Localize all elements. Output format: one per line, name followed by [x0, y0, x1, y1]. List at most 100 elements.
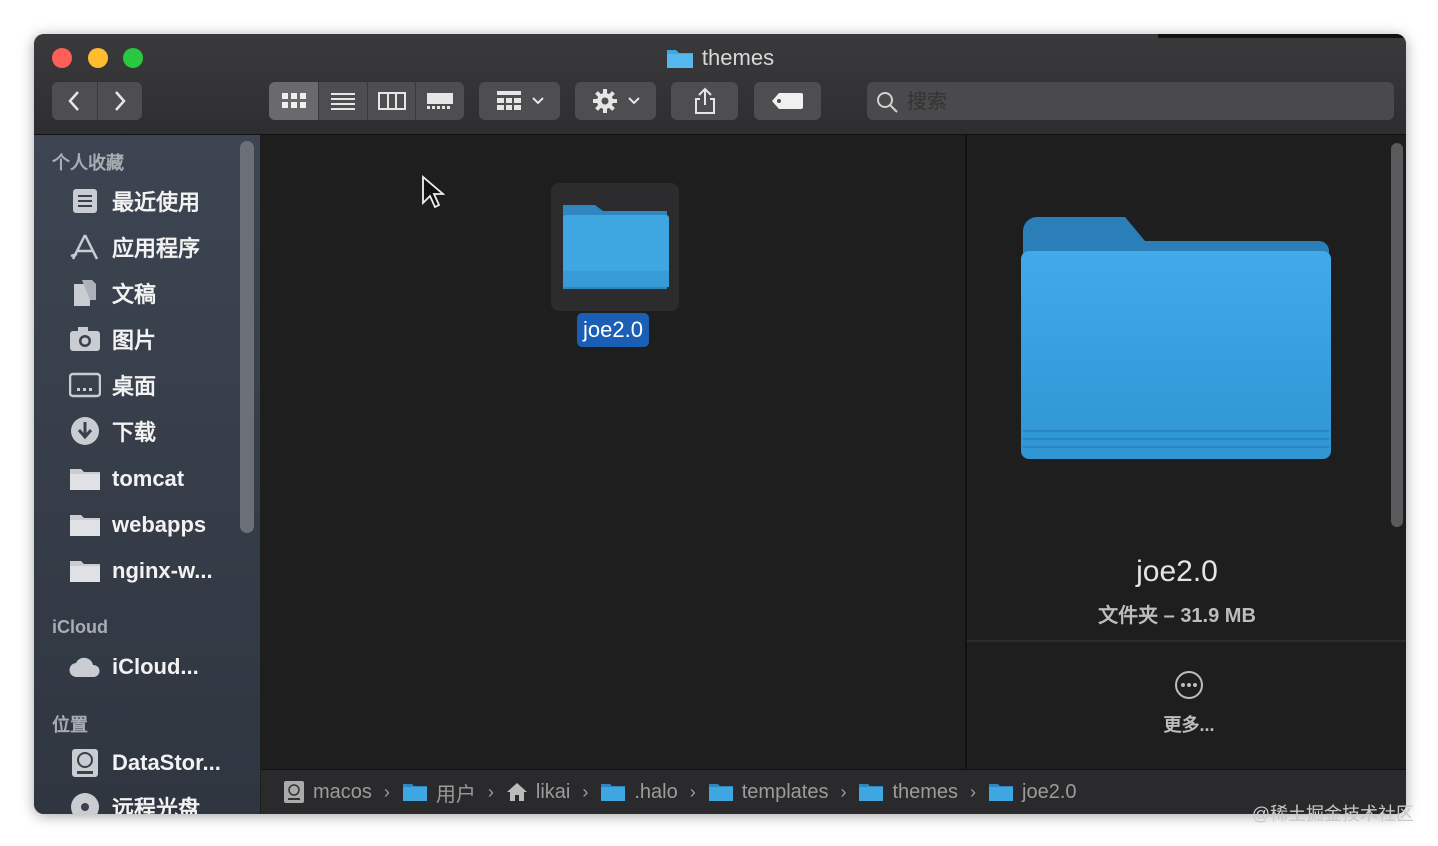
- gallery-view-button[interactable]: [416, 82, 464, 120]
- group-by-button[interactable]: [479, 82, 560, 120]
- folder-icon: [68, 464, 102, 494]
- locations-header: 位置: [52, 715, 88, 735]
- sidebar-item-label: 桌面: [112, 374, 157, 399]
- search-input[interactable]: [905, 86, 1379, 118]
- mouse-pointer-icon: [421, 175, 446, 214]
- downloads-icon: [68, 416, 102, 446]
- search-icon: [875, 90, 899, 119]
- path-crumb-label: likai: [535, 780, 571, 803]
- chevron-down-icon: [531, 97, 544, 105]
- more-icon[interactable]: [1173, 669, 1205, 706]
- disk-icon: [283, 780, 305, 804]
- sidebar-item-nginx[interactable]: nginx-w...: [68, 553, 213, 589]
- sidebar-item-label: 文稿: [112, 282, 157, 307]
- path-crumb-label: .halo: [634, 780, 678, 803]
- group-grid-icon: [496, 91, 521, 110]
- sidebar-item-pictures[interactable]: 图片: [68, 321, 156, 357]
- sidebar-item-remote-disc[interactable]: 远程光盘: [68, 789, 200, 814]
- sidebar-scrollbar[interactable]: [240, 141, 254, 533]
- tag-button[interactable]: [754, 82, 821, 120]
- sidebar-item-downloads[interactable]: 下载: [68, 413, 156, 449]
- back-button[interactable]: [52, 82, 98, 120]
- share-icon: [694, 87, 715, 114]
- path-crumb-templates[interactable]: templates: [708, 780, 829, 804]
- columns-icon: [377, 92, 406, 110]
- sidebar-item-tomcat[interactable]: tomcat: [68, 461, 184, 497]
- folder-icon: [563, 205, 669, 289]
- sidebar-item-label: nginx-w...: [112, 558, 213, 583]
- folder-icon: [708, 782, 734, 802]
- chevron-right-icon: ›: [582, 781, 589, 802]
- action-button[interactable]: [575, 82, 656, 120]
- more-button[interactable]: 更多...: [967, 711, 1406, 737]
- list-view-button[interactable]: [319, 82, 368, 120]
- folder-icon: [600, 782, 626, 802]
- file-icon-view[interactable]: joe2.0: [261, 135, 965, 769]
- chevron-right-icon: [114, 91, 126, 111]
- path-crumb-macos[interactable]: macos: [283, 780, 372, 804]
- sidebar-item-label: 最近使用: [112, 190, 201, 215]
- path-crumb-themes[interactable]: themes: [858, 781, 958, 804]
- home-icon: [506, 782, 528, 802]
- sidebar-item-label: 图片: [112, 328, 157, 353]
- folder-icon: [68, 556, 102, 586]
- tag-icon: [771, 93, 803, 109]
- folder-item-joe2[interactable]: [551, 183, 679, 311]
- preview-pane: joe2.0 文件夹 – 31.9 MB 更多...: [965, 135, 1406, 769]
- path-crumb-users[interactable]: 用户: [402, 778, 476, 807]
- sidebar-item-label: tomcat: [112, 466, 185, 491]
- folder-icon: [988, 782, 1014, 802]
- column-view-button[interactable]: [368, 82, 417, 120]
- applications-icon: [68, 232, 102, 262]
- search-field[interactable]: [867, 82, 1394, 120]
- sidebar-item-label: webapps: [112, 512, 207, 537]
- preview-divider: [967, 640, 1406, 642]
- path-crumb-label: templates: [741, 780, 829, 803]
- path-crumb-label: themes: [892, 780, 959, 803]
- chevron-left-icon: [68, 91, 80, 111]
- finder-window: themes 搜索 个人收藏 最近使用 应用程序 文稿 图片 桌面 下载 tom…: [34, 34, 1406, 814]
- folder-item-label[interactable]: joe2.0: [577, 313, 649, 347]
- titlebar-edge: [1158, 34, 1406, 38]
- path-crumb-label: joe2.0: [1022, 780, 1077, 803]
- sidebar-item-label: DataStor...: [112, 750, 221, 775]
- icon-view-button[interactable]: [269, 82, 320, 120]
- preview-file-name: joe2.0: [1136, 555, 1218, 588]
- sidebar-item-documents[interactable]: 文稿: [68, 275, 156, 311]
- chevron-right-icon: ›: [970, 781, 977, 802]
- favorites-header: 个人收藏: [52, 153, 124, 173]
- sidebar-item-recents[interactable]: 最近使用: [68, 183, 200, 219]
- sidebar-item-applications[interactable]: 应用程序: [68, 229, 200, 265]
- sidebar-item-desktop[interactable]: 桌面: [68, 367, 156, 403]
- disk-icon: [68, 748, 102, 778]
- folder-preview-icon: [1021, 217, 1331, 459]
- recents-icon: [68, 186, 102, 216]
- path-crumb-label: macos: [313, 780, 372, 803]
- chevron-down-icon: [627, 97, 640, 105]
- toolbar: themes: [34, 34, 1406, 135]
- view-mode-control: [269, 82, 464, 120]
- path-crumb-halo[interactable]: .halo: [600, 780, 678, 804]
- share-button[interactable]: [671, 82, 738, 120]
- sidebar-item-label: 应用程序: [112, 236, 201, 261]
- gear-icon: [592, 89, 617, 113]
- sidebar-item-label: 下载: [112, 420, 157, 445]
- desktop-icon: [68, 370, 102, 400]
- cloud-icon: [68, 652, 102, 682]
- path-crumb-label: 用户: [435, 783, 476, 806]
- path-crumb-joe2[interactable]: joe2.0: [988, 781, 1077, 804]
- path-crumb-likai[interactable]: likai: [506, 781, 570, 804]
- preview-scrollbar[interactable]: [1391, 143, 1403, 527]
- gallery-icon: [427, 93, 454, 109]
- folder-icon: [402, 782, 428, 802]
- list-icon: [331, 93, 356, 110]
- documents-icon: [68, 278, 102, 308]
- sidebar-item-webapps[interactable]: webapps: [68, 507, 206, 543]
- nav-buttons: [52, 82, 142, 120]
- icon-grid-icon: [281, 93, 306, 108]
- forward-button[interactable]: [98, 82, 143, 120]
- folder-icon: [68, 510, 102, 540]
- sidebar-item-icloud-drive[interactable]: iCloud...: [68, 649, 199, 685]
- sidebar-item-datastore[interactable]: DataStor...: [68, 745, 221, 781]
- folder-icon: [858, 782, 884, 802]
